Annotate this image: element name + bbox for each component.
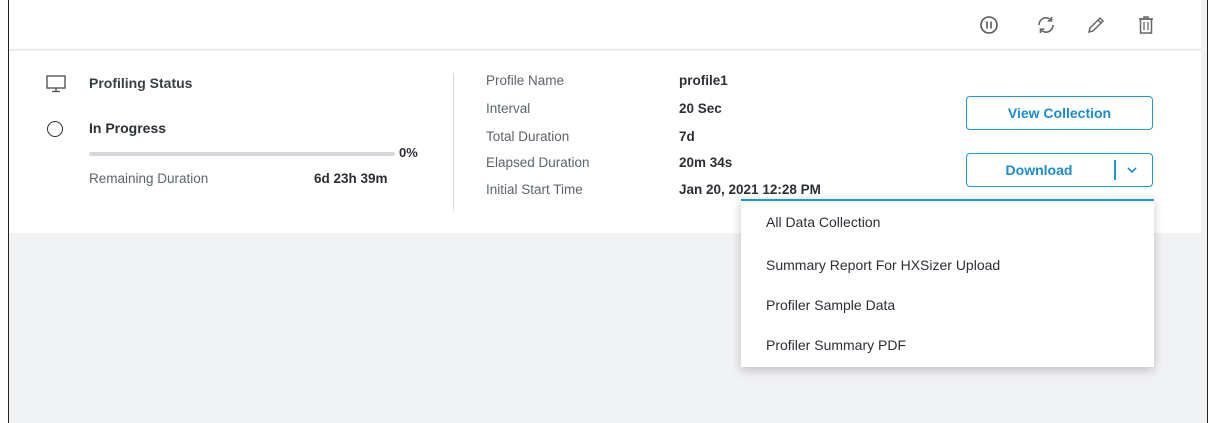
detail-value-total-duration: 7d xyxy=(679,129,695,144)
menu-item-summary-report[interactable]: Summary Report For HXSizer Upload xyxy=(741,246,1154,284)
progress-bar xyxy=(89,152,395,156)
menu-item-profiler-summary-pdf[interactable]: Profiler Summary PDF xyxy=(741,326,1154,364)
download-label: Download xyxy=(1005,162,1073,178)
detail-value-elapsed-duration: 20m 34s xyxy=(679,155,733,170)
edit-icon[interactable] xyxy=(1085,14,1107,36)
delete-icon[interactable] xyxy=(1135,14,1157,36)
detail-value-initial-start-time: Jan 20, 2021 12:28 PM xyxy=(679,182,821,197)
view-collection-button[interactable]: View Collection xyxy=(966,96,1153,130)
profiling-status-title: Profiling Status xyxy=(89,75,193,91)
download-dropdown-menu: All Data Collection Summary Report For H… xyxy=(741,199,1154,367)
detail-value-interval: 20 Sec xyxy=(679,101,722,116)
pause-icon[interactable] xyxy=(978,14,1000,36)
detail-label-profile-name: Profile Name xyxy=(486,73,565,88)
detail-value-profile-name: profile1 xyxy=(679,73,728,88)
menu-item-profiler-sample-data[interactable]: Profiler Sample Data xyxy=(741,286,1154,324)
download-button[interactable]: Download xyxy=(966,153,1153,187)
status-value: In Progress xyxy=(89,120,167,136)
menu-item-all-data-collection[interactable]: All Data Collection xyxy=(741,203,1154,241)
detail-label-elapsed-duration: Elapsed Duration xyxy=(486,155,590,170)
monitor-icon xyxy=(46,75,66,93)
progress-percent: 0% xyxy=(399,145,418,160)
refresh-icon[interactable] xyxy=(1035,14,1057,36)
chevron-down-icon[interactable] xyxy=(1122,161,1142,179)
remaining-duration-label: Remaining Duration xyxy=(89,171,209,186)
detail-label-interval: Interval xyxy=(486,101,531,116)
remaining-duration-value: 6d 23h 39m xyxy=(314,171,388,186)
toolbar xyxy=(9,0,1201,50)
status-circle-icon xyxy=(47,121,63,137)
download-separator xyxy=(1114,160,1116,180)
detail-label-initial-start-time: Initial Start Time xyxy=(486,182,583,197)
divider xyxy=(453,73,454,211)
detail-label-total-duration: Total Duration xyxy=(486,129,570,144)
